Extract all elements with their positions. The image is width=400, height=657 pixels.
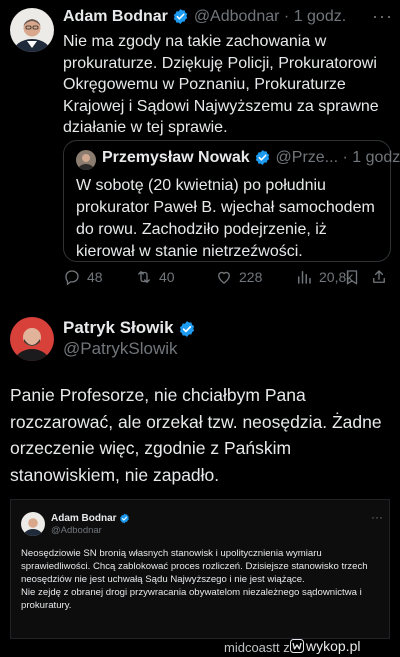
author-handle[interactable]: @PatrykSlowik xyxy=(63,339,178,359)
embedded-tweet-screenshot: Adam Bodnar @Adbodnar ··· Neosędziowie S… xyxy=(10,499,390,639)
source-watermark: midcoastt z wykop.pl xyxy=(0,637,400,657)
embedded-tweet-text: Neosędziowie SN bronią własnych stanowis… xyxy=(21,548,368,611)
tweet-header: Adam Bodnar @Adbodnar · 1 godz. xyxy=(63,8,346,26)
author-name-row: Patryk Słowik xyxy=(63,318,196,338)
wykop-site-name: wykop.pl xyxy=(306,638,361,654)
verified-badge-icon xyxy=(174,9,188,25)
separator-dot: · xyxy=(342,149,348,166)
reply-icon xyxy=(65,270,79,286)
quoted-author-name: Przemysław Nowak xyxy=(102,149,250,166)
more-options-icon[interactable]: ··· xyxy=(372,6,393,27)
tweet-action-bar: 48 40 228 20,8k xyxy=(63,268,393,294)
verified-badge-icon xyxy=(255,150,270,166)
more-options-icon: ··· xyxy=(371,510,383,524)
author-name[interactable]: Patryk Słowik xyxy=(63,318,174,337)
embedded-author-name-row: Adam Bodnar xyxy=(51,513,130,524)
tweet-timestamp[interactable]: 1 godz. xyxy=(294,8,346,25)
author-name[interactable]: Adam Bodnar xyxy=(63,8,168,25)
like-count: 228 xyxy=(239,269,263,285)
tweet-patryk-slowik[interactable]: Patryk Słowik @PatrykSlowik Panie Profes… xyxy=(0,300,400,490)
quoted-tweet-header: Przemysław Nowak @Prze... · 1 godz. xyxy=(102,149,400,167)
tweet-adam-bodnar[interactable]: Adam Bodnar @Adbodnar · 1 godz. ··· Nie … xyxy=(0,0,400,300)
embedded-author-handle: @Adbodnar xyxy=(51,525,102,536)
embedded-author-avatar xyxy=(21,512,45,536)
tweet-text: Panie Profesorze, nie chciałbym Pana roz… xyxy=(10,385,382,485)
quoted-author-handle: @Prze... xyxy=(275,149,339,166)
watermark-username: midcoastt z xyxy=(224,640,290,655)
like-button[interactable]: 228 xyxy=(215,268,262,286)
embedded-author-name: Adam Bodnar xyxy=(51,513,117,525)
reply-count: 48 xyxy=(87,269,103,285)
wykop-logo: wykop.pl xyxy=(290,638,360,654)
reply-button[interactable]: 48 xyxy=(63,268,103,286)
views-chart-icon xyxy=(298,271,311,284)
quoted-tweet-timestamp: 1 godz. xyxy=(352,149,400,166)
quoted-tweet[interactable]: Przemysław Nowak @Prze... · 1 godz. W so… xyxy=(63,140,400,262)
watermark-separator: z xyxy=(283,640,290,655)
retweet-button[interactable]: 40 xyxy=(135,268,175,286)
retweet-icon xyxy=(138,271,150,283)
wykop-logo-icon xyxy=(290,639,304,653)
author-avatar[interactable] xyxy=(10,8,54,52)
author-handle[interactable]: @Adbodnar xyxy=(194,8,280,25)
tweet-text: Nie ma zgody na takie zachowania w proku… xyxy=(63,33,379,136)
watermark-user: midcoastt xyxy=(224,640,280,655)
quoted-tweet-text: W sobotę (20 kwietnia) po południu proku… xyxy=(76,177,375,260)
bookmark-icon xyxy=(346,270,358,285)
verified-badge-icon xyxy=(120,513,130,524)
separator-dot: · xyxy=(283,8,290,25)
retweet-count: 40 xyxy=(159,269,175,285)
author-avatar[interactable] xyxy=(10,317,54,361)
verified-badge-icon xyxy=(180,320,195,337)
heart-icon xyxy=(218,271,230,284)
share-button[interactable] xyxy=(370,268,388,286)
quoted-author-avatar xyxy=(76,150,96,170)
bookmark-button[interactable] xyxy=(343,268,361,286)
share-icon xyxy=(373,270,385,283)
